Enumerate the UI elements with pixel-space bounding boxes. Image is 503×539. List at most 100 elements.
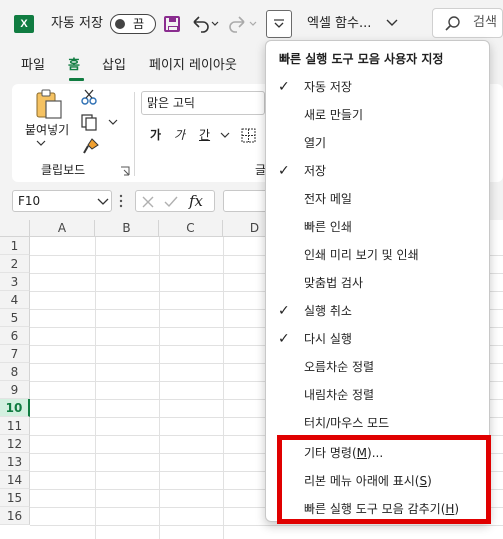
gridline [223, 237, 224, 539]
menu-item-redo[interactable]: ✓ 다시 실행 [266, 325, 489, 353]
menu-item-quick-print[interactable]: 빠른 인쇄 [266, 213, 489, 241]
active-tab-indicator [69, 78, 84, 81]
menu-item-autosave[interactable]: ✓ 자동 저장 [266, 73, 489, 101]
menu-item-label: 열기 [304, 136, 327, 150]
insert-function-button[interactable]: fx [189, 192, 203, 210]
copy-chevron-icon[interactable] [108, 118, 118, 126]
select-all-corner[interactable] [0, 220, 30, 237]
menu-item-label: 오름차순 정렬 [304, 360, 375, 374]
toggle-knob [115, 19, 125, 29]
menu-item-print-preview[interactable]: 인쇄 미리 보기 및 인쇄 [266, 241, 489, 269]
excel-logo: X [14, 15, 34, 33]
row-header[interactable]: 14 [0, 471, 30, 489]
menu-item-email[interactable]: 전자 메일 [266, 185, 489, 213]
menu-item-label: 인쇄 미리 보기 및 인쇄 [304, 248, 419, 262]
save-icon[interactable] [164, 16, 180, 32]
underline-chevron-icon[interactable] [220, 131, 230, 139]
redo-icon[interactable] [228, 14, 258, 34]
underline-button[interactable]: 간 [199, 128, 210, 142]
copy-icon[interactable] [80, 113, 100, 131]
name-box[interactable]: F10 [12, 190, 112, 212]
font-name-box[interactable]: 맑은 고딕 [141, 91, 265, 115]
gridline [30, 525, 503, 526]
menu-item-label: 빠른 인쇄 [304, 220, 352, 234]
brush-icon[interactable] [82, 137, 100, 155]
search-box[interactable]: 검색 [432, 8, 503, 38]
paste-icon[interactable] [34, 88, 64, 120]
column-header[interactable]: B [95, 220, 159, 237]
menu-item-undo[interactable]: ✓ 실행 취소 [266, 297, 489, 325]
check-icon: ✓ [278, 79, 290, 95]
menu-item-sort-descending[interactable]: 내림차순 정렬 [266, 381, 489, 409]
search-icon [445, 16, 460, 31]
row-header[interactable]: 13 [0, 453, 30, 471]
row-header[interactable]: 4 [0, 291, 30, 309]
menu-item-touch-mode[interactable]: 터치/마우스 모드 [266, 409, 489, 437]
menu-item-label: 실행 취소 [304, 304, 352, 318]
chevron-down-icon [97, 198, 109, 205]
column-header[interactable]: A [30, 220, 95, 237]
undo-icon[interactable] [190, 14, 220, 34]
menu-item-save[interactable]: ✓ 저장 [266, 157, 489, 185]
tab-home[interactable]: 홈 [68, 57, 80, 75]
column-header[interactable]: C [159, 220, 223, 237]
menu-item-label: 내림차순 정렬 [304, 388, 375, 402]
row-header[interactable]: 12 [0, 435, 30, 453]
row-header[interactable]: 3 [0, 273, 30, 291]
check-icon: ✓ [278, 163, 290, 179]
qat-customize-button[interactable] [266, 10, 292, 38]
scissors-icon[interactable] [80, 88, 98, 106]
menu-item-label: 저장 [304, 164, 327, 178]
more-options-icon[interactable] [118, 193, 124, 209]
autosave-label: 자동 저장 [51, 16, 103, 31]
menu-item-sort-ascending[interactable]: 오름차순 정렬 [266, 353, 489, 381]
title-chevron-icon[interactable] [386, 19, 398, 27]
menu-item-label: 새로 만들기 [304, 108, 364, 122]
search-label: 검색 [473, 15, 497, 30]
check-icon: ✓ [278, 303, 290, 319]
highlight-box [277, 435, 491, 524]
row-header[interactable]: 15 [0, 489, 30, 507]
paste-button-label[interactable]: 붙여넣기 [25, 123, 69, 137]
tab-insert[interactable]: 삽입 [102, 57, 126, 75]
menu-item-new[interactable]: 새로 만들기 [266, 101, 489, 129]
row-header[interactable]: 1 [0, 237, 30, 255]
menu-item-label: 자동 저장 [304, 80, 352, 94]
row-header[interactable]: 7 [0, 345, 30, 363]
row-header[interactable]: 2 [0, 255, 30, 273]
menu-item-open[interactable]: 열기 [266, 129, 489, 157]
bold-button[interactable]: 가 [150, 128, 161, 142]
clipboard-group-label: 클립보드 [41, 163, 86, 177]
autosave-toggle[interactable]: 끔 [110, 14, 156, 34]
menu-item-label: 맞춤법 검사 [304, 276, 364, 290]
group-divider [134, 92, 135, 176]
font-name-value: 맑은 고딕 [147, 96, 195, 110]
dialog-launcher-icon[interactable] [120, 166, 130, 176]
menu-item-spelling[interactable]: 맞춤법 검사 [266, 269, 489, 297]
row-header[interactable]: 5 [0, 309, 30, 327]
italic-button[interactable]: 가 [174, 128, 185, 142]
gridline [159, 237, 160, 539]
tab-page-layout[interactable]: 페이지 레이아웃 [149, 57, 237, 75]
toggle-state-label: 끔 [133, 17, 145, 31]
paste-chevron-icon[interactable] [36, 139, 46, 147]
formula-buttons: fx [135, 190, 215, 212]
document-title[interactable]: 엑셀 함수... [307, 16, 371, 32]
menu-item-label: 전자 메일 [304, 192, 352, 206]
enter-check-icon[interactable] [163, 195, 179, 209]
row-header[interactable]: 9 [0, 381, 30, 399]
gridline [95, 237, 96, 539]
row-header[interactable]: 16 [0, 507, 30, 525]
chevron-down-icon [274, 19, 284, 28]
row-header-selected[interactable]: 10 [0, 399, 30, 417]
tab-file[interactable]: 파일 [21, 57, 45, 75]
name-box-value: F10 [18, 194, 41, 208]
row-header[interactable]: 11 [0, 417, 30, 435]
check-icon: ✓ [278, 331, 290, 347]
row-header[interactable]: 6 [0, 327, 30, 345]
row-header[interactable]: 8 [0, 363, 30, 381]
menu-title: 빠른 실행 도구 모음 사용자 지정 [279, 52, 444, 66]
border-icon[interactable] [240, 127, 258, 145]
menu-item-label: 다시 실행 [304, 332, 352, 346]
cancel-icon[interactable] [141, 195, 155, 209]
